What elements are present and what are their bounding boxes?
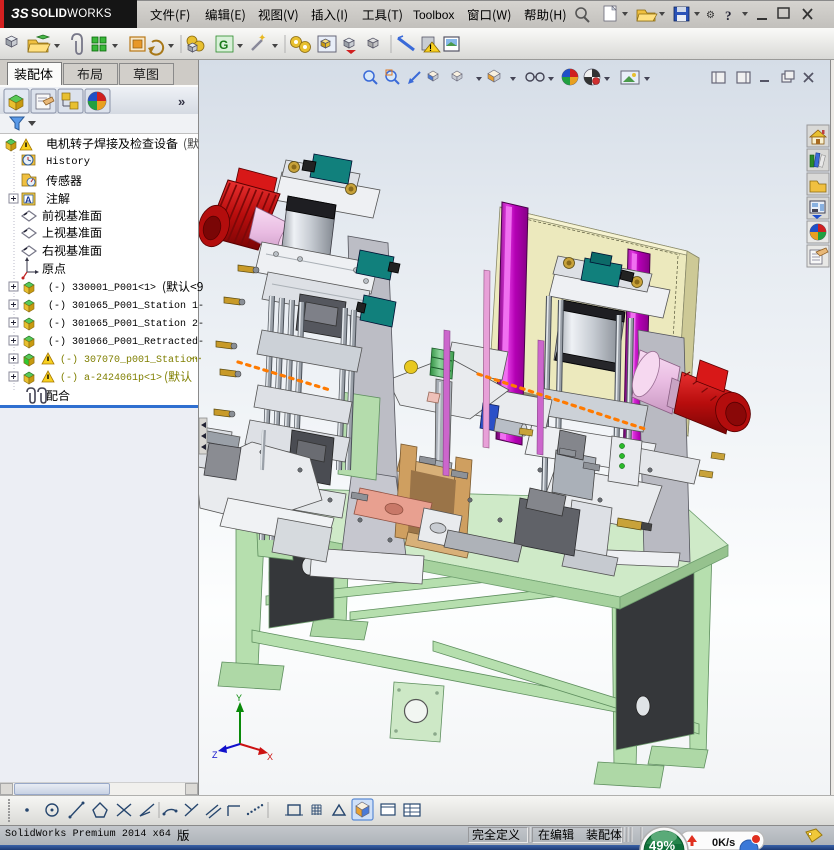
svg-text:!: ! xyxy=(429,43,432,53)
svg-text:G: G xyxy=(219,38,228,52)
svg-text:49%: 49% xyxy=(649,838,675,850)
svg-text:A: A xyxy=(25,195,32,205)
svg-text:✦: ✦ xyxy=(258,33,266,44)
svg-text:0K/s: 0K/s xyxy=(712,837,735,849)
svg-text:»: » xyxy=(178,94,185,109)
svg-text:?: ? xyxy=(725,8,732,23)
svg-text:⚙: ⚙ xyxy=(706,10,715,21)
